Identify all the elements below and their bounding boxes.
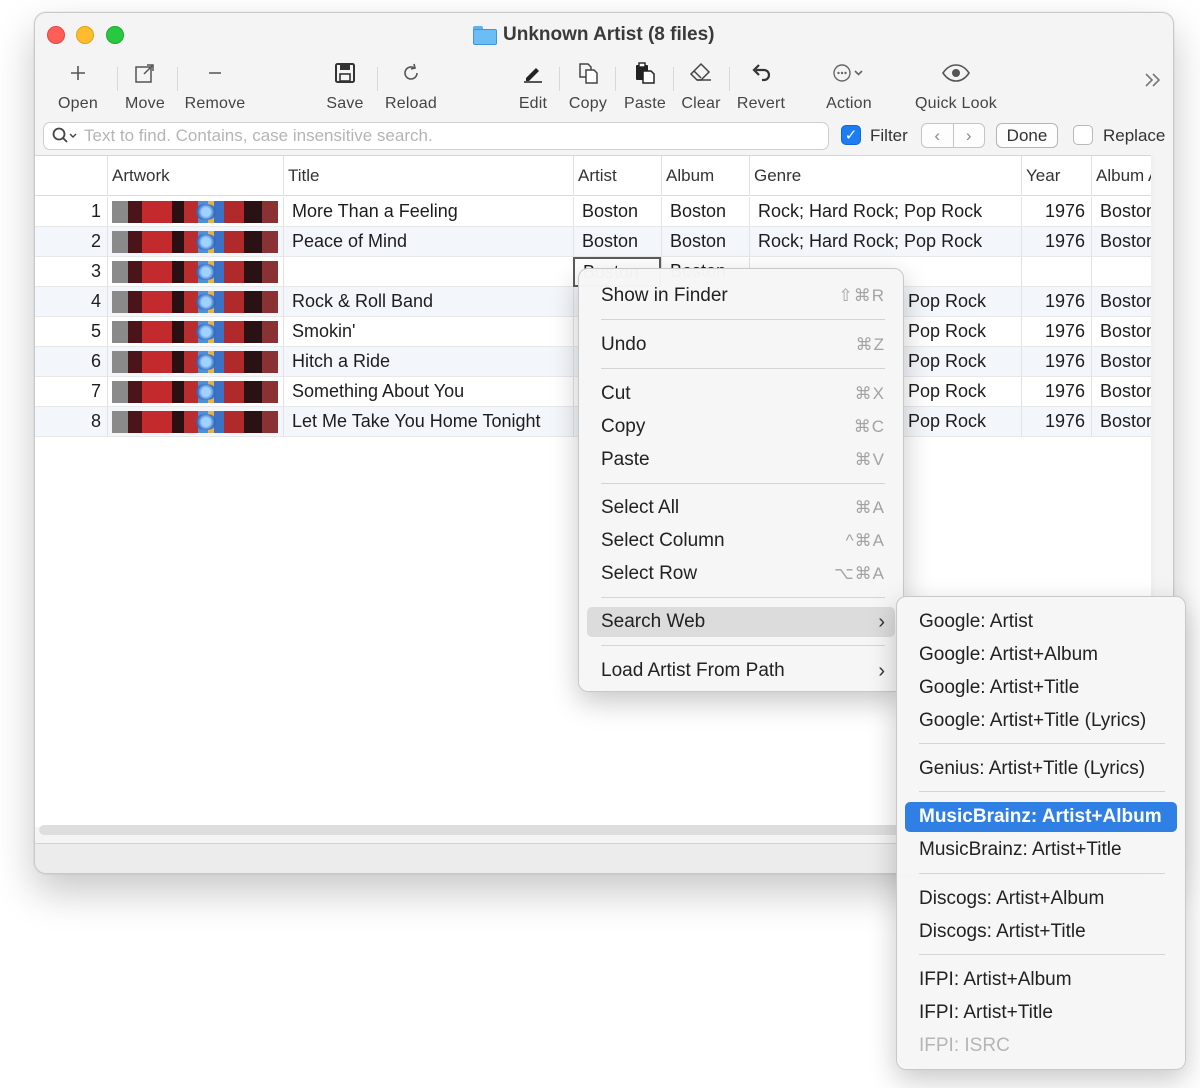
menu-item-copy[interactable]: Copy ⌘C — [587, 412, 895, 442]
undo-arrow-icon — [749, 57, 773, 89]
album-artwork-image — [112, 291, 278, 313]
album-artwork-image — [112, 201, 278, 223]
filter-checkbox[interactable]: ✓ — [841, 125, 861, 145]
artwork-cell — [107, 257, 283, 287]
submenu-item-google-lyrics[interactable]: Google: Artist+Title (Lyrics) — [905, 706, 1177, 736]
copy-button[interactable]: Copy — [565, 57, 611, 119]
move-icon — [133, 57, 157, 89]
remove-button[interactable]: Remove — [183, 57, 247, 119]
eye-icon — [941, 57, 971, 89]
submenu-item-genius-lyrics[interactable]: Genius: Artist+Title (Lyrics) — [905, 754, 1177, 784]
eraser-icon — [688, 57, 714, 89]
clear-button[interactable]: Clear — [679, 57, 723, 119]
chevron-right-icon: › — [878, 659, 885, 682]
search-web-submenu: Google: Artist Google: Artist+Album Goog… — [896, 596, 1186, 1070]
menu-item-paste[interactable]: Paste ⌘V — [587, 445, 895, 475]
zoom-window-button[interactable] — [106, 26, 124, 44]
submenu-item-google-artist[interactable]: Google: Artist — [905, 607, 1177, 637]
replace-label: Replace — [1103, 126, 1166, 145]
window-title-text: Unknown Artist (8 files) — [503, 24, 715, 45]
move-button[interactable]: Move — [121, 57, 169, 119]
artwork-cell — [107, 407, 283, 437]
album-artwork-image — [112, 411, 278, 433]
plus-icon — [68, 57, 88, 89]
album-artwork-image — [112, 351, 278, 373]
action-button[interactable]: Action — [821, 57, 877, 119]
column-genre[interactable]: Genre — [749, 156, 1021, 196]
next-match-icon[interactable]: › — [952, 124, 985, 147]
minimize-window-button[interactable] — [76, 26, 94, 44]
column-artist[interactable]: Artist — [573, 156, 661, 196]
save-button[interactable]: Save — [323, 57, 367, 119]
search-bar: ✓ Filter ‹ › Done Replace — [35, 121, 1173, 153]
column-album-artist[interactable]: Album A — [1091, 156, 1155, 196]
paste-icon — [633, 57, 657, 89]
table-row[interactable]: 1 More Than a Feeling Boston Boston Rock… — [35, 197, 1155, 227]
artwork-cell — [107, 227, 283, 257]
submenu-item-ifpi-artist-title[interactable]: IFPI: Artist+Title — [905, 998, 1177, 1028]
edit-button[interactable]: Edit — [513, 57, 553, 119]
pencil-icon — [521, 57, 545, 89]
submenu-item-google-artist-title[interactable]: Google: Artist+Title — [905, 673, 1177, 703]
window-title: Unknown Artist (8 files) — [473, 23, 714, 47]
reload-button[interactable]: Reload — [383, 57, 439, 119]
column-artwork[interactable]: Artwork — [107, 156, 283, 196]
menu-item-select-column[interactable]: Select Column ^⌘A — [587, 526, 895, 556]
toolbar-overflow-icon[interactable] — [1143, 69, 1163, 97]
folder-icon — [473, 25, 497, 45]
album-artwork-image — [112, 231, 278, 253]
search-icon[interactable] — [52, 127, 78, 150]
artwork-cell — [107, 287, 283, 317]
title-bar: Unknown Artist (8 files) — [35, 13, 1173, 57]
previous-match-icon[interactable]: ‹ — [922, 124, 953, 147]
submenu-item-musicbrainz-artist-title[interactable]: MusicBrainz: Artist+Title — [905, 835, 1177, 865]
submenu-item-ifpi-isrc: IFPI: ISRC — [919, 1035, 1010, 1056]
menu-item-search-web[interactable]: Search Web › — [587, 607, 895, 637]
submenu-item-google-artist-album[interactable]: Google: Artist+Album — [905, 640, 1177, 670]
filter-label: Filter — [870, 126, 908, 145]
menu-item-load-artist-from-path[interactable]: Load Artist From Path › — [587, 656, 895, 686]
table-row[interactable]: 2 Peace of Mind Boston Boston Rock; Hard… — [35, 227, 1155, 257]
submenu-item-discogs-artist-album[interactable]: Discogs: Artist+Album — [905, 884, 1177, 914]
paste-button[interactable]: Paste — [621, 57, 669, 119]
menu-item-select-row[interactable]: Select Row ⌥⌘A — [587, 559, 895, 589]
minus-icon — [205, 57, 225, 89]
submenu-item-discogs-artist-title[interactable]: Discogs: Artist+Title — [905, 917, 1177, 947]
album-artwork-image — [112, 321, 278, 343]
revert-button[interactable]: Revert — [733, 57, 789, 119]
context-menu: Show in Finder ⇧⌘R Undo ⌘Z Cut ⌘X Copy ⌘… — [578, 268, 904, 692]
submenu-item-ifpi-artist-album[interactable]: IFPI: Artist+Album — [905, 965, 1177, 995]
artwork-cell — [107, 317, 283, 347]
submenu-item-musicbrainz-artist-album[interactable]: MusicBrainz: Artist+Album — [905, 802, 1177, 832]
toolbar: Open Move Remove Save Reload Edit Copy P… — [35, 57, 1173, 123]
search-field[interactable] — [43, 122, 829, 150]
album-artwork-image — [112, 381, 278, 403]
floppy-disk-icon — [333, 57, 357, 89]
artwork-cell — [107, 197, 283, 227]
artwork-cell — [107, 347, 283, 377]
column-year[interactable]: Year — [1021, 156, 1091, 196]
open-button[interactable]: Open — [53, 57, 103, 119]
column-album[interactable]: Album — [661, 156, 749, 196]
close-window-button[interactable] — [47, 26, 65, 44]
menu-item-select-all[interactable]: Select All ⌘A — [587, 493, 895, 523]
album-artwork-image — [112, 261, 278, 283]
table-header: Artwork Title Artist Album Genre Year Al… — [35, 156, 1155, 196]
artwork-cell — [107, 377, 283, 407]
menu-item-cut[interactable]: Cut ⌘X — [587, 379, 895, 409]
done-button[interactable]: Done — [996, 123, 1058, 148]
reload-icon — [400, 57, 422, 89]
find-navigation: ‹ › — [921, 123, 985, 148]
ellipsis-menu-icon — [831, 57, 867, 89]
search-input[interactable] — [84, 125, 804, 147]
quick-look-button[interactable]: Quick Look — [911, 57, 1001, 119]
copy-icon — [576, 57, 600, 89]
replace-checkbox[interactable] — [1073, 125, 1093, 145]
chevron-right-icon: › — [878, 610, 885, 633]
column-title[interactable]: Title — [283, 156, 573, 196]
menu-item-undo[interactable]: Undo ⌘Z — [587, 330, 895, 360]
menu-item-show-in-finder[interactable]: Show in Finder ⇧⌘R — [587, 281, 895, 311]
